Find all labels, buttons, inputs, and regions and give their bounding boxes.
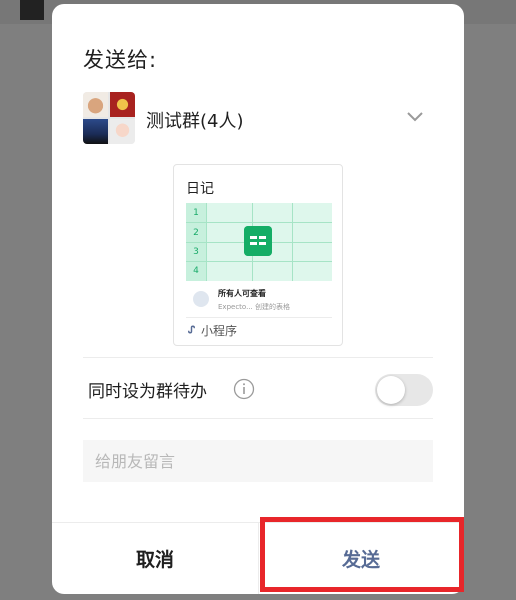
recipient-row[interactable]: 测试群(4人) — [83, 92, 433, 146]
group-todo-toggle[interactable] — [375, 374, 433, 406]
cancel-button[interactable]: 取消 — [52, 523, 258, 594]
row-number: 1 — [193, 208, 199, 218]
row-number: 2 — [193, 228, 199, 238]
mini-program-icon — [188, 325, 195, 334]
message-input[interactable] — [83, 440, 433, 482]
card-title: 日记 — [186, 181, 214, 197]
divider — [83, 418, 433, 419]
send-button[interactable]: 发送 — [258, 523, 464, 594]
share-card[interactable]: 日记 1 2 3 4 所有人可查看 Expecto... 创建的表格 小程序 — [173, 164, 343, 346]
card-permission: 所有人可查看 — [218, 289, 266, 298]
mini-program-label: 小程序 — [201, 324, 238, 338]
group-todo-label: 同时设为群待办 — [88, 382, 207, 402]
card-meta: 所有人可查看 Expecto... 创建的表格 — [186, 283, 332, 318]
member-avatar — [110, 92, 135, 117]
info-icon[interactable] — [233, 378, 255, 400]
dialog-title: 发送给: — [83, 48, 158, 72]
row-number: 4 — [193, 266, 199, 276]
member-avatar — [83, 92, 108, 117]
creator-avatar — [193, 291, 209, 307]
background-thumbnail — [20, 0, 44, 20]
row-number: 3 — [193, 247, 199, 257]
member-avatar — [110, 119, 135, 144]
grid-line — [186, 261, 332, 262]
toggle-knob — [377, 376, 405, 404]
group-avatar — [83, 92, 135, 144]
member-avatar — [83, 119, 108, 144]
send-dialog: 发送给: 测试群(4人) 日记 1 2 3 4 所有人可查看 Expecto..… — [52, 4, 464, 594]
grid-line — [292, 203, 293, 281]
spreadsheet-preview: 1 2 3 4 — [186, 203, 332, 281]
grid-line — [206, 203, 207, 281]
card-creator: Expecto... 创建的表格 — [218, 303, 290, 311]
spreadsheet-icon — [244, 226, 272, 256]
grid-line — [186, 222, 332, 223]
divider — [83, 357, 433, 358]
chevron-down-icon[interactable] — [405, 108, 425, 124]
group-name: 测试群(4人) — [146, 111, 244, 132]
